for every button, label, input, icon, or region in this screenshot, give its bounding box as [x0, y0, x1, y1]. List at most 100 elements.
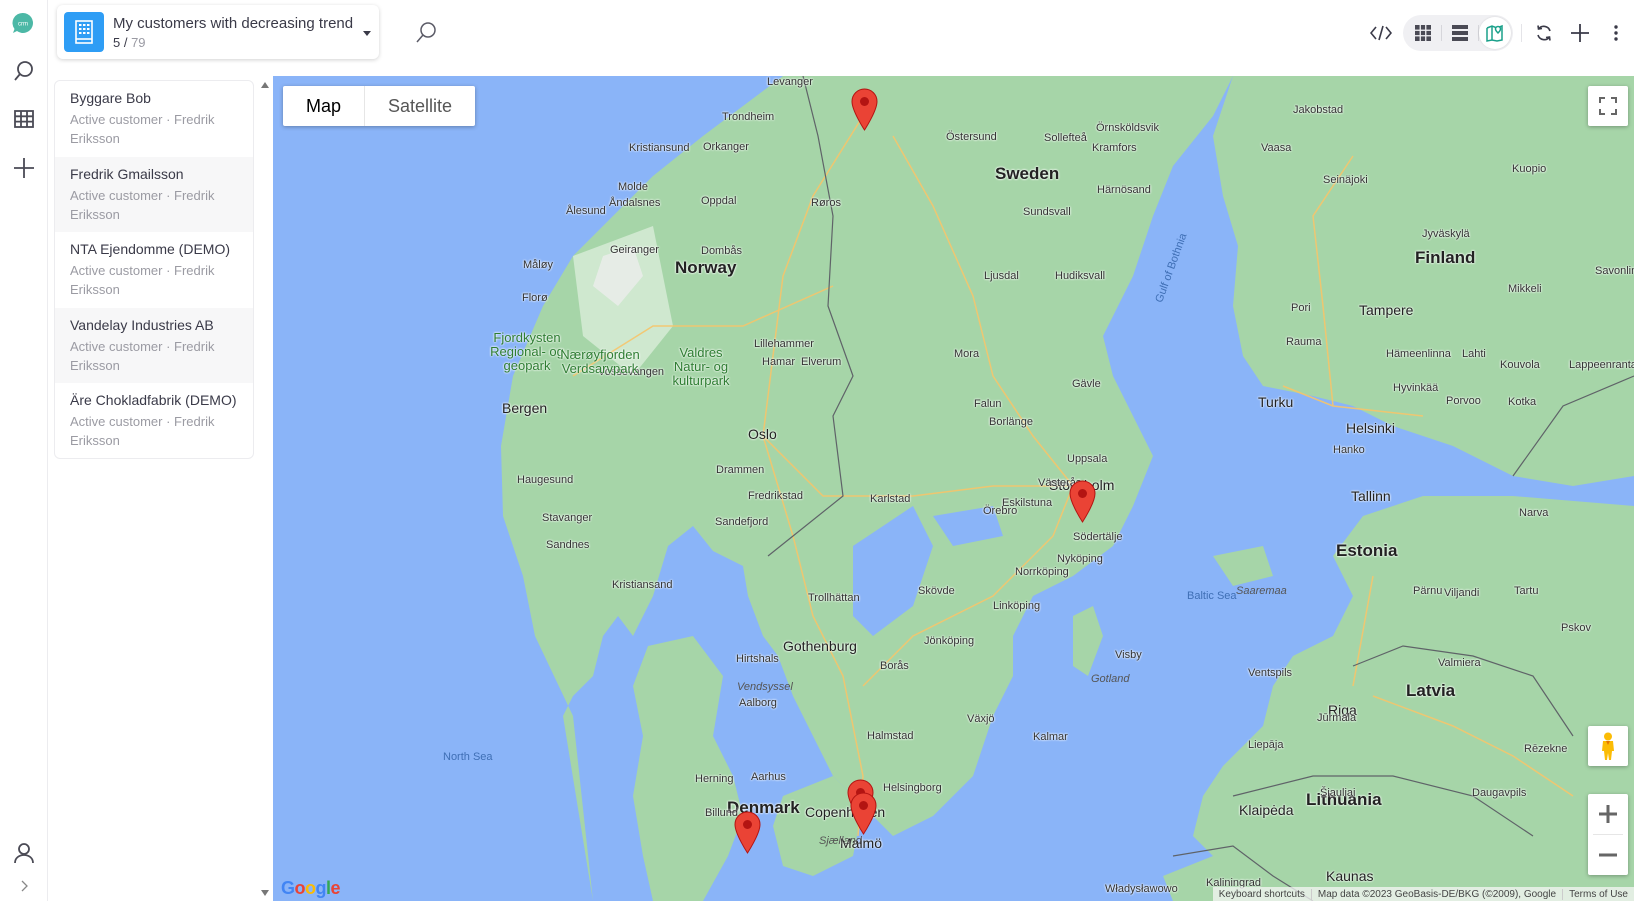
city-label: Kristiansand — [612, 579, 673, 591]
map-marker[interactable] — [734, 811, 761, 854]
city-label: Skövde — [918, 585, 955, 597]
street-view-pegman-button[interactable] — [1588, 726, 1628, 766]
city-label: Savonlinna — [1595, 265, 1634, 277]
city-label: Måløy — [523, 259, 553, 271]
city-label: Turku — [1258, 394, 1294, 410]
scroll-down-arrow[interactable] — [261, 890, 269, 896]
map-type-map-button[interactable]: Map — [283, 86, 366, 126]
crm-logo-icon[interactable]: crm — [12, 12, 34, 34]
region-label: Vendsyssel — [737, 681, 793, 693]
more-vertical-icon[interactable] — [1598, 15, 1634, 51]
code-icon[interactable] — [1363, 15, 1399, 51]
map-view[interactable]: Sweden Norway Finland Estonia Latvia Lit… — [273, 76, 1634, 901]
customer-subline: Active customer · Fredrik Eriksson — [70, 263, 215, 298]
city-label: Kramfors — [1092, 142, 1137, 154]
zoom-in-button[interactable] — [1588, 794, 1628, 834]
terms-of-use-link[interactable]: Terms of Use — [1562, 888, 1634, 900]
country-label: Sweden — [995, 164, 1060, 183]
city-label: Rēzekne — [1524, 743, 1568, 755]
city-label: Östersund — [946, 131, 997, 143]
grid-view-icon[interactable] — [1405, 15, 1441, 51]
country-label: Norway — [675, 258, 737, 277]
keyboard-shortcuts-link[interactable]: Keyboard shortcuts — [1213, 889, 1311, 900]
map-attribution: Keyboard shortcuts Map data ©2023 GeoBas… — [1212, 887, 1634, 901]
city-label: Hanko — [1333, 444, 1365, 456]
city-label: Røros — [811, 197, 841, 209]
list-selector-dropdown[interactable]: My customers with decreasing trend 5 / 7… — [57, 5, 379, 59]
city-label: Oppdal — [701, 195, 737, 207]
city-label: Lappeenranta — [1569, 359, 1634, 371]
city-label: Borlänge — [989, 416, 1034, 428]
search-icon[interactable] — [9, 56, 39, 86]
city-label: Levanger — [767, 76, 813, 88]
park-label: Valdres Natur- og kulturpark — [672, 345, 730, 388]
city-label: Tampere — [1359, 302, 1414, 318]
plus-icon[interactable] — [9, 153, 39, 183]
city-label: Seinäjoki — [1323, 174, 1368, 186]
city-label: Porvoo — [1446, 395, 1481, 407]
city-label: Mora — [954, 348, 980, 360]
city-label: Härnösand — [1097, 184, 1151, 196]
city-label: Fredrikstad — [748, 490, 804, 502]
city-label: Kristiansund — [629, 142, 690, 154]
list-count: 5 / 79 — [113, 34, 146, 50]
city-label: Trollhättan — [808, 592, 860, 604]
toolbar-separator — [1521, 24, 1522, 42]
list-item[interactable]: Byggare Bob Active customer · Fredrik Er… — [55, 81, 253, 157]
city-label: Aalborg — [739, 697, 777, 709]
list-item[interactable]: Fredrik Gmailsson Active customer · Fred… — [55, 156, 253, 233]
island-label: Saaremaa — [1236, 585, 1287, 597]
zoom-control — [1588, 794, 1628, 875]
city-label: Haugesund — [517, 474, 574, 486]
map-tiles — [501, 76, 1634, 901]
city-label: Stavanger — [542, 512, 593, 524]
header-search-icon[interactable] — [414, 20, 438, 49]
country-label: Estonia — [1336, 541, 1398, 560]
map-marker[interactable] — [850, 792, 877, 835]
svg-text:crm: crm — [18, 22, 28, 28]
refresh-icon[interactable] — [1526, 15, 1562, 51]
city-label: Karlstad — [870, 493, 911, 505]
city-label: Tallinn — [1351, 488, 1391, 504]
city-label: Sandnes — [546, 539, 590, 551]
city-label: Uppsala — [1067, 453, 1108, 465]
chevron-right-icon[interactable] — [9, 875, 39, 897]
customer-subline: Active customer · Fredrik Eriksson — [70, 338, 215, 373]
list-item[interactable]: Äre Chokladfabrik (DEMO) Active customer… — [55, 383, 253, 458]
pegman-icon — [1602, 732, 1614, 760]
island-label: Gotland — [1091, 673, 1130, 685]
list-view-icon[interactable] — [1442, 15, 1478, 51]
scroll-up-arrow[interactable] — [261, 82, 269, 88]
list-item[interactable]: NTA Ejendomme (DEMO) Active customer · F… — [55, 232, 253, 308]
city-label: Kalmar — [1033, 731, 1068, 743]
city-label: Mikkeli — [1508, 283, 1542, 295]
map-marker[interactable] — [851, 88, 878, 131]
customer-name: NTA Ejendomme (DEMO) — [70, 241, 230, 258]
zoom-out-button[interactable] — [1588, 835, 1628, 875]
city-label: Hirtshals — [736, 653, 779, 665]
city-label: Ventspils — [1248, 667, 1293, 679]
user-icon[interactable] — [9, 838, 39, 868]
city-label: Jūrmala — [1317, 712, 1357, 724]
country-label: Latvia — [1406, 681, 1456, 700]
view-switcher — [1403, 15, 1513, 51]
fullscreen-button[interactable] — [1588, 86, 1628, 126]
list-item[interactable]: Vandelay Industries AB Active customer ·… — [55, 307, 253, 384]
city-label: Molde — [618, 181, 648, 193]
city-label: Visby — [1115, 649, 1142, 661]
map-marker[interactable] — [1069, 480, 1096, 523]
customer-name: Äre Chokladfabrik (DEMO) — [70, 392, 237, 409]
minus-icon — [1599, 853, 1617, 857]
view-toolbar — [1363, 14, 1634, 52]
city-label: Władysławowo — [1105, 883, 1178, 895]
map-view-icon[interactable] — [1479, 17, 1511, 49]
google-logo[interactable]: Google — [281, 878, 341, 899]
grid-icon[interactable] — [9, 104, 39, 134]
map-type-satellite-button[interactable]: Satellite — [365, 86, 475, 126]
add-icon[interactable] — [1562, 15, 1598, 51]
city-label: Åndalsnes — [609, 197, 661, 209]
city-label: Klaipėda — [1239, 802, 1294, 818]
city-label: Pärnu — [1413, 585, 1443, 597]
city-label: Linköping — [993, 600, 1041, 612]
city-label: Södertälje — [1073, 531, 1123, 543]
